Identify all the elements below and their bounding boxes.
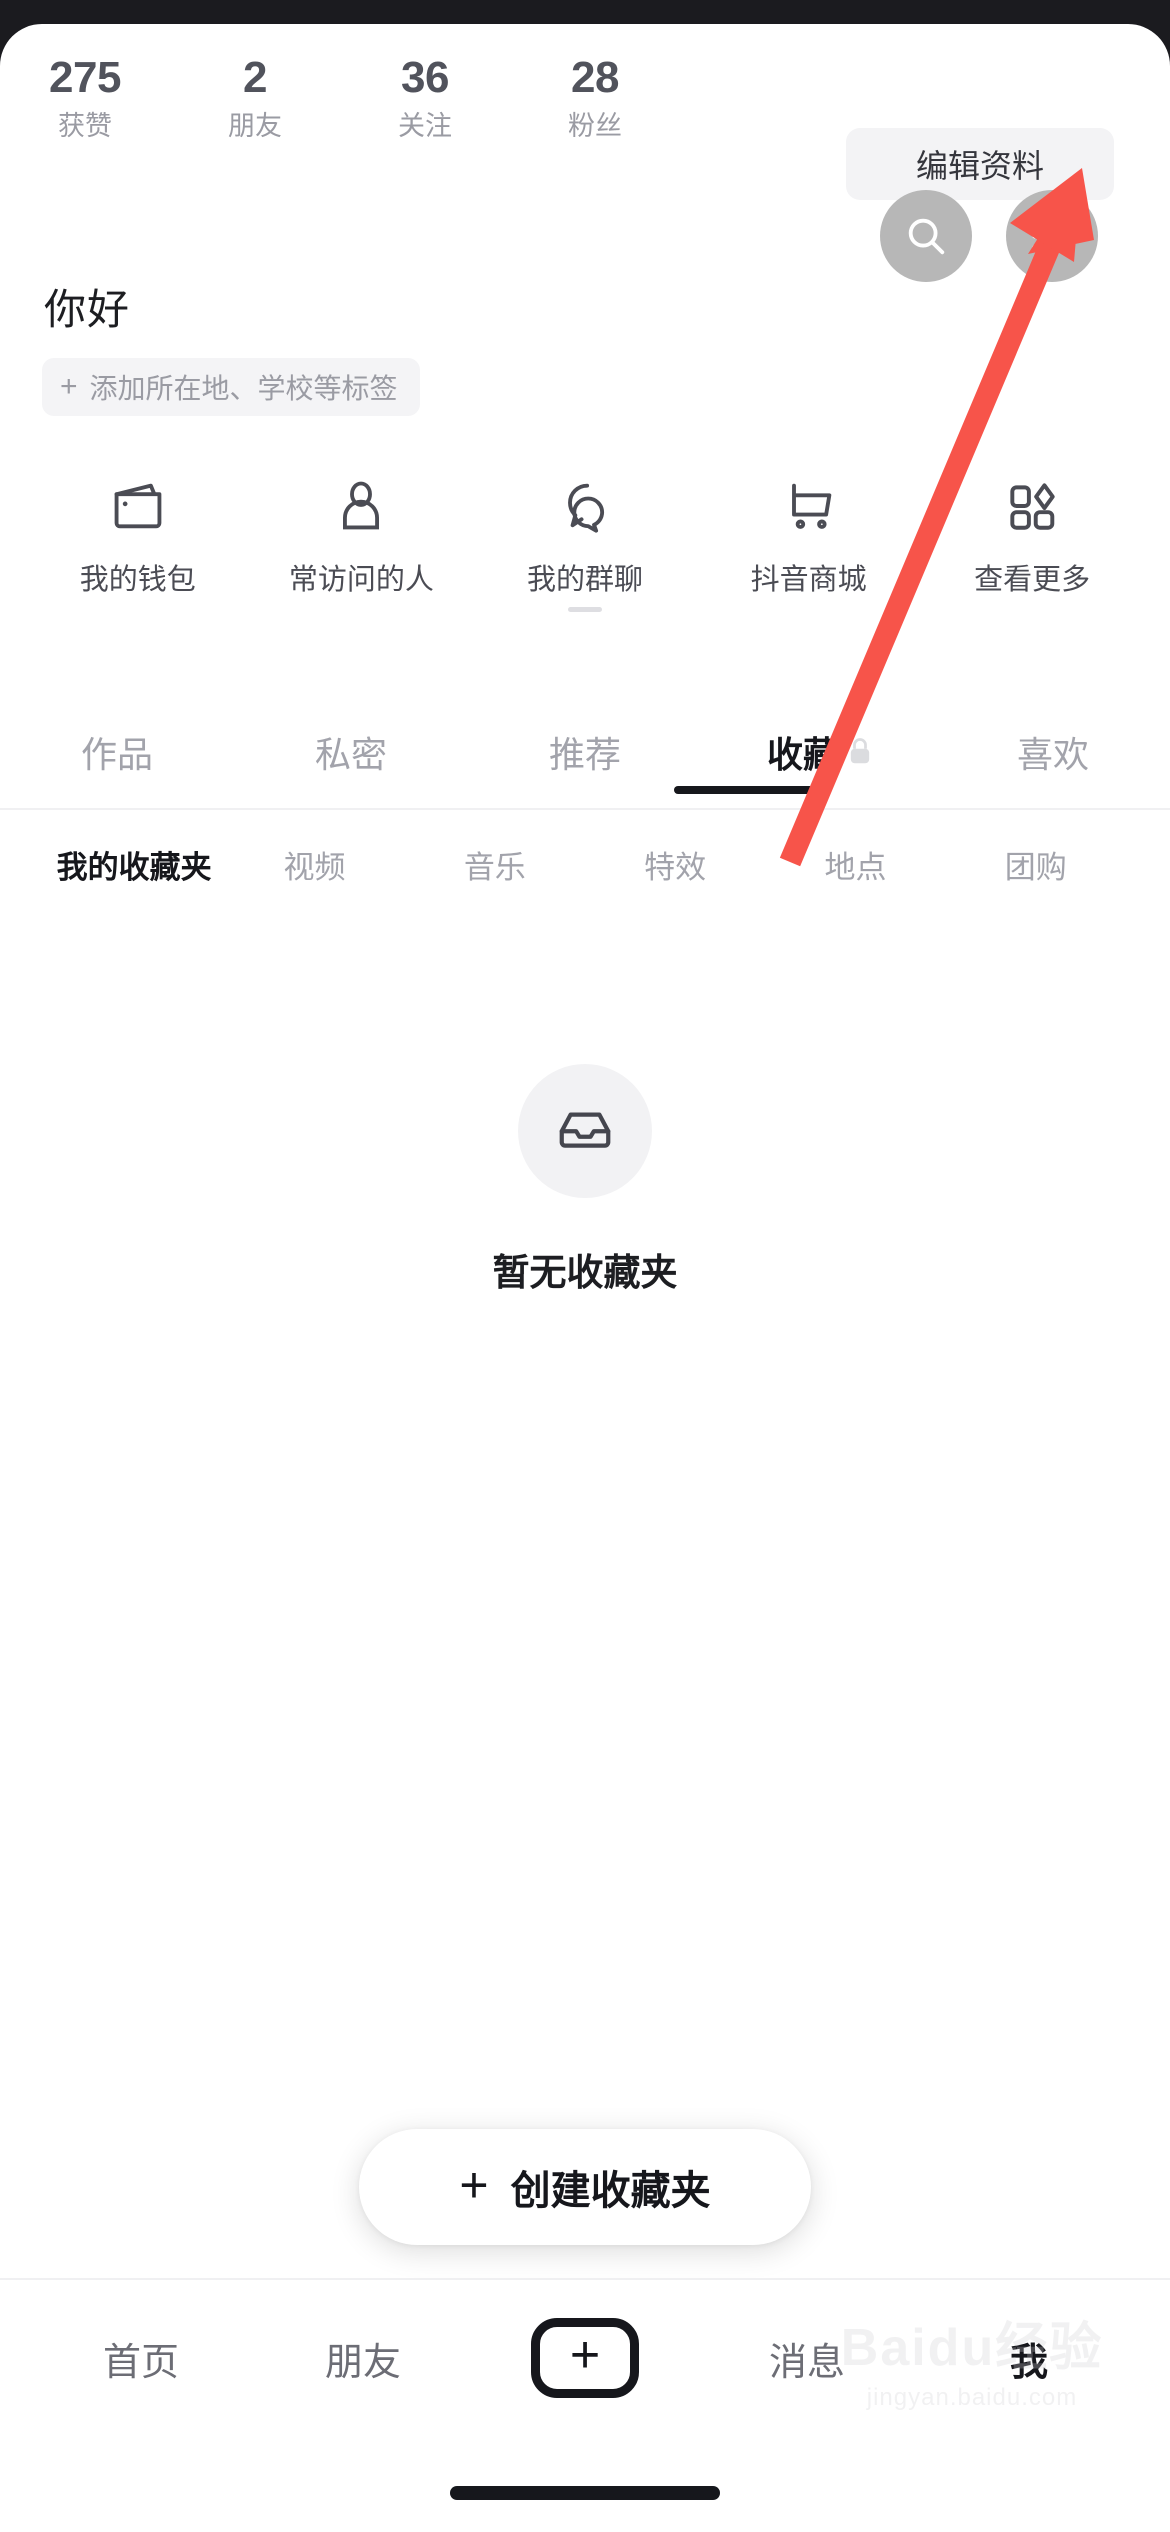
search-button[interactable] — [880, 190, 972, 282]
lock-icon — [849, 731, 871, 773]
tab-works[interactable]: 作品 — [0, 696, 234, 808]
quick-entry-group-chat[interactable]: 我的群聊 — [473, 470, 697, 612]
stat-value: 28 — [571, 53, 619, 102]
tab-private[interactable]: 私密 — [234, 696, 468, 808]
nav-item-me[interactable]: 我 — [918, 2331, 1140, 2386]
stat-value: 2 — [243, 53, 267, 102]
nav-item-messages[interactable]: 消息 — [696, 2331, 918, 2386]
stat-label: 粉丝 — [568, 111, 622, 141]
home-indicator — [450, 2486, 720, 2500]
wallet-icon — [108, 470, 168, 542]
stat-followers[interactable]: 28 粉丝 — [510, 52, 680, 160]
stat-likes[interactable]: 275 获赞 — [0, 52, 170, 160]
tab-label: 推荐 — [548, 734, 621, 775]
nav-item-create[interactable]: + — [474, 2318, 696, 2398]
hamburger-menu-icon — [1029, 216, 1075, 256]
create-collection-label: 创建收藏夹 — [510, 2169, 711, 2213]
app-surface: 275 获赞 2 朋友 36 关注 28 粉丝 编辑资料 你好 + 添加所在地、… — [0, 24, 1170, 2532]
stat-label: 朋友 — [228, 111, 282, 141]
quick-entries-row: 我的钱包 常访问的人 我的群聊 抖音商城 查看更多 — [0, 470, 1170, 620]
subtab-groupbuy[interactable]: 团购 — [946, 842, 1126, 887]
tab-active-underline — [674, 786, 818, 794]
nav-item-friends[interactable]: 朋友 — [252, 2331, 474, 2386]
empty-state-icon-bg — [518, 1064, 652, 1198]
tab-label: 收藏 — [766, 734, 839, 775]
quick-entry-shop[interactable]: 抖音商城 — [697, 470, 921, 598]
tab-label: 喜欢 — [1016, 734, 1089, 775]
profile-tabs: 作品 私密 推荐 收藏 喜欢 — [0, 696, 1170, 808]
create-collection-button[interactable]: + 创建收藏夹 — [359, 2129, 811, 2245]
empty-state-text: 暂无收藏夹 — [492, 1252, 678, 1293]
collection-subtabs: 我的收藏夹 视频 音乐 特效 地点 团购 — [0, 810, 1170, 918]
profile-stats: 275 获赞 2 朋友 36 关注 28 粉丝 — [0, 52, 680, 160]
quick-entry-wallet[interactable]: 我的钱包 — [26, 470, 250, 598]
tab-recommend[interactable]: 推荐 — [468, 696, 702, 808]
phone-screen: 275 获赞 2 朋友 36 关注 28 粉丝 编辑资料 你好 + 添加所在地、… — [0, 0, 1170, 2532]
quick-entry-label: 抖音商城 — [750, 564, 867, 596]
stat-following[interactable]: 36 关注 — [340, 52, 510, 160]
quick-entry-label: 我的钱包 — [79, 564, 196, 596]
nav-item-home[interactable]: 首页 — [30, 2331, 252, 2386]
tab-liked[interactable]: 喜欢 — [936, 696, 1170, 808]
stat-label: 获赞 — [58, 111, 112, 141]
person-icon — [331, 470, 391, 542]
quick-entry-indicator — [567, 607, 602, 612]
subtab-music[interactable]: 音乐 — [405, 842, 585, 887]
search-icon — [903, 213, 949, 259]
bottom-navigation: 首页 朋友 + 消息 我 — [0, 2280, 1170, 2436]
stat-label: 关注 — [398, 111, 452, 141]
add-tag-chip[interactable]: + 添加所在地、学校等标签 — [42, 358, 420, 416]
plus-box-icon: + — [531, 2318, 639, 2398]
subtab-my-folders[interactable]: 我的收藏夹 — [44, 842, 224, 887]
stat-friends[interactable]: 2 朋友 — [170, 52, 340, 160]
grid-icon — [1003, 470, 1061, 542]
add-tag-label: 添加所在地、学校等标签 — [89, 373, 398, 404]
quick-entry-more[interactable]: 查看更多 — [920, 470, 1144, 598]
quick-entry-label: 我的群聊 — [526, 564, 643, 596]
plus-icon: + — [459, 2157, 489, 2213]
tab-label: 作品 — [80, 734, 153, 775]
shopping-cart-icon — [779, 470, 839, 542]
quick-entry-label: 常访问的人 — [288, 564, 434, 596]
tab-label: 私密 — [314, 734, 387, 775]
profile-nickname: 你好 — [44, 286, 131, 333]
edit-profile-button[interactable]: 编辑资料 — [846, 128, 1114, 200]
plus-icon: + — [60, 370, 78, 403]
nav-plus-glyph: + — [569, 2326, 601, 2384]
empty-state: 暂无收藏夹 — [0, 1064, 1170, 1296]
menu-button[interactable] — [1006, 190, 1098, 282]
quick-entry-frequent-visitors[interactable]: 常访问的人 — [250, 470, 474, 598]
stat-value: 275 — [49, 53, 121, 102]
stat-value: 36 — [401, 53, 449, 102]
subtab-video[interactable]: 视频 — [224, 842, 404, 887]
subtab-effects[interactable]: 特效 — [585, 842, 765, 887]
quick-entry-label: 查看更多 — [974, 564, 1091, 596]
chat-bubbles-icon — [555, 470, 615, 542]
edit-profile-label: 编辑资料 — [915, 148, 1044, 184]
subtab-places[interactable]: 地点 — [765, 842, 945, 887]
inbox-icon — [554, 1098, 616, 1165]
